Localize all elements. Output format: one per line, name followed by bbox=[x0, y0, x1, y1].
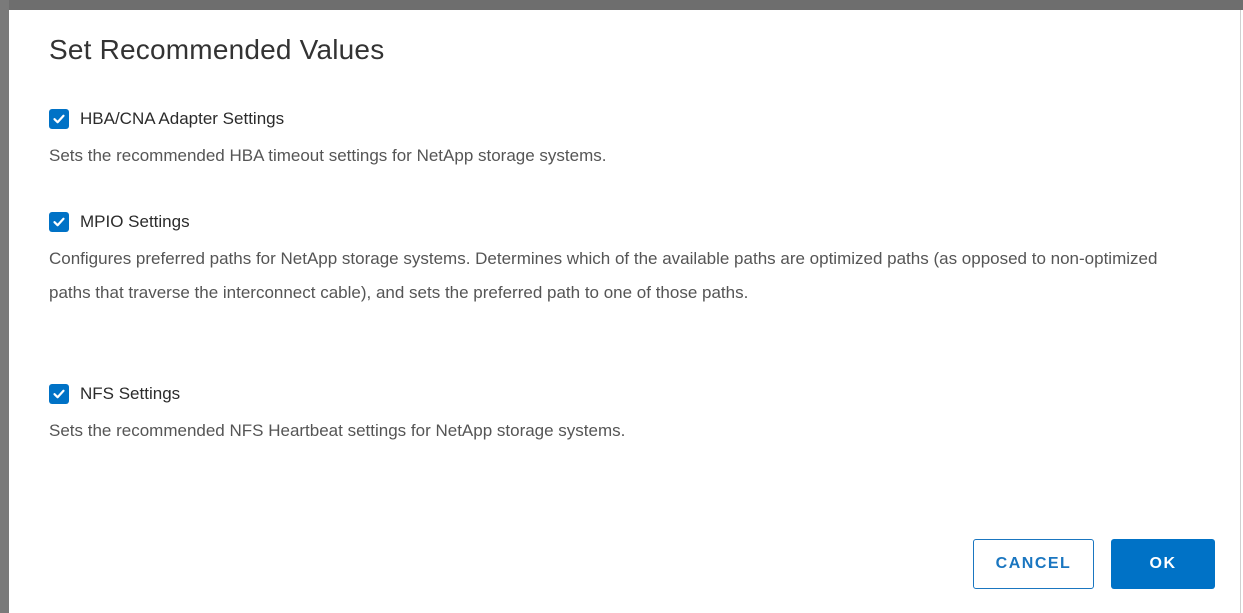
option-description: Configures preferred paths for NetApp st… bbox=[49, 249, 1158, 302]
backdrop-edge-top bbox=[0, 0, 1243, 10]
option-header: NFS Settings bbox=[49, 382, 1199, 406]
ok-button[interactable]: OK bbox=[1111, 539, 1215, 589]
option-description: Sets the recommended NFS Heartbeat setti… bbox=[49, 421, 626, 440]
option-mpio-settings: MPIO Settings Configures preferred paths… bbox=[49, 210, 1199, 310]
option-label: NFS Settings bbox=[80, 384, 181, 403]
set-recommended-values-dialog: Set Recommended Values HBA/CNA Adapter S… bbox=[9, 10, 1241, 613]
option-label: HBA/CNA Adapter Settings bbox=[80, 109, 285, 128]
cancel-button[interactable]: CANCEL bbox=[973, 539, 1094, 589]
option-hba-cna-adapter-settings: HBA/CNA Adapter Settings Sets the recomm… bbox=[49, 107, 1199, 173]
option-header: MPIO Settings bbox=[49, 210, 1199, 234]
checkmark-icon bbox=[53, 389, 65, 399]
checkmark-icon bbox=[53, 217, 65, 227]
hba-cna-settings-checkbox[interactable] bbox=[49, 109, 69, 129]
checkmark-icon bbox=[53, 114, 65, 124]
option-label: MPIO Settings bbox=[80, 212, 190, 231]
option-header: HBA/CNA Adapter Settings bbox=[49, 107, 1199, 131]
dialog-title: Set Recommended Values bbox=[49, 34, 385, 65]
mpio-settings-checkbox[interactable] bbox=[49, 212, 69, 232]
option-description: Sets the recommended HBA timeout setting… bbox=[49, 146, 607, 165]
option-nfs-settings: NFS Settings Sets the recommended NFS He… bbox=[49, 382, 1199, 448]
nfs-settings-checkbox[interactable] bbox=[49, 384, 69, 404]
backdrop-edge-left bbox=[0, 0, 9, 613]
